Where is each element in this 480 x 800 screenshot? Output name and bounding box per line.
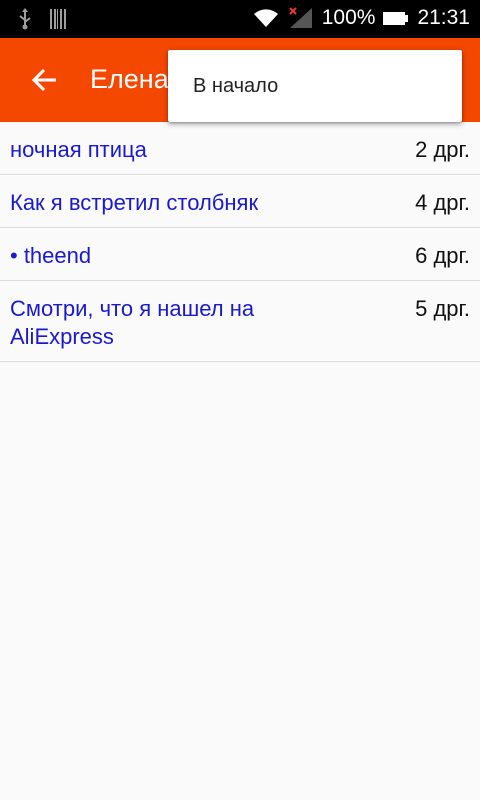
list-item[interactable]: • theend 6 дрг. [0, 228, 480, 281]
arrow-back-icon[interactable] [24, 60, 64, 100]
page-title: Елена [90, 64, 169, 94]
status-bar: 100% 21:31 [0, 0, 480, 38]
list-item-count: 2 дрг. [415, 137, 470, 162]
overflow-menu: В начало [168, 50, 462, 122]
battery-icon [383, 9, 409, 27]
list-item-count: 5 дрг. [415, 296, 470, 321]
menu-item-to-start[interactable]: В начало [168, 50, 462, 122]
clock: 21:31 [417, 6, 470, 29]
list-item-title[interactable]: Как я встретил столбняк [10, 189, 258, 217]
signal-icon [288, 6, 314, 30]
topic-list: ночная птица 2 дрг. Как я встретил столб… [0, 122, 480, 362]
list-item-title[interactable]: Смотри, что я нашел на AliExpress [10, 295, 340, 351]
list-item-title[interactable]: ночная птица [10, 136, 147, 164]
list-item[interactable]: ночная птица 2 дрг. [0, 122, 480, 175]
barcode-icon [50, 9, 66, 34]
list-item[interactable]: Смотри, что я нашел на AliExpress 5 дрг. [0, 281, 480, 362]
battery-level: 100% [321, 6, 376, 29]
list-item-title[interactable]: • theend [10, 242, 91, 270]
list-item-count: 6 дрг. [415, 243, 470, 268]
list-item-count: 4 дрг. [415, 190, 470, 215]
wifi-icon [252, 7, 280, 29]
usb-icon [18, 8, 32, 35]
list-item[interactable]: Как я встретил столбняк 4 дрг. [0, 175, 480, 228]
